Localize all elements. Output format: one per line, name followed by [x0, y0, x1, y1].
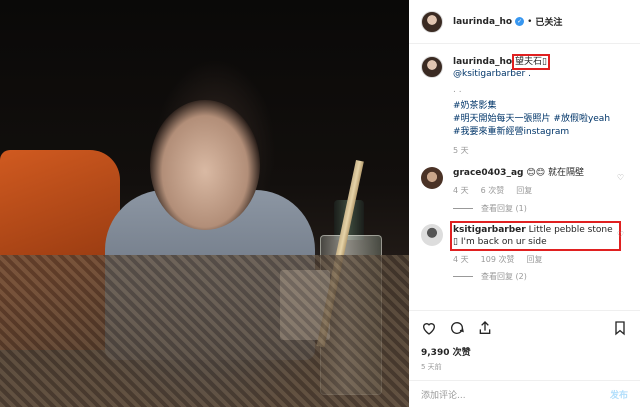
share-icon[interactable]	[477, 320, 493, 336]
heart-icon[interactable]: ♡	[617, 230, 624, 239]
caption-text: 望夫石▯	[511, 54, 550, 70]
post-photo[interactable]	[0, 0, 409, 407]
reply-button[interactable]: 回复	[516, 185, 532, 197]
comment-username[interactable]: ksitigarbarber	[453, 225, 526, 235]
divider	[453, 208, 473, 209]
caption: laurinda_ho 望夫石▯ @ksitigarbarber . . . #…	[421, 54, 628, 157]
caption-username[interactable]: laurinda_ho	[453, 57, 512, 67]
add-comment-bar: 添加评论... 发布	[409, 380, 640, 407]
comment-icon[interactable]	[449, 320, 465, 336]
view-replies[interactable]: 查看回复 (2)	[453, 271, 628, 282]
comment-likes[interactable]: 6 次赞	[481, 185, 505, 197]
smile-emoji-icon: 😊	[526, 168, 536, 178]
comment-row: grace0403_ag 😊😊 就在隔壁 4 天 6 次赞 回复 ♡	[421, 167, 628, 197]
post-button[interactable]: 发布	[610, 388, 628, 401]
person-head	[150, 100, 260, 230]
avatar[interactable]	[421, 56, 443, 78]
following-button[interactable]: 已关注	[535, 15, 562, 28]
comments-list[interactable]: laurinda_ho 望夫石▯ @ksitigarbarber . . . #…	[409, 44, 640, 300]
action-bar: 9,390 次赞 5 天前	[409, 310, 640, 372]
post-time: 5 天前	[421, 363, 442, 371]
comment-input[interactable]: 添加评论...	[421, 388, 610, 401]
comment-text: I'm back on ur side	[460, 237, 547, 247]
caption-age: 5 天	[453, 146, 469, 155]
comment-age: 4 天	[453, 186, 469, 195]
comment-age: 4 天	[453, 255, 469, 264]
hashtag-line[interactable]: #明天開始每天一張照片 #放假啦yeah	[453, 113, 610, 126]
mention-link[interactable]: @ksitigarbarber .	[453, 68, 610, 80]
verified-icon: ✓	[515, 17, 525, 26]
avatar[interactable]	[421, 10, 443, 33]
header-username[interactable]: laurinda_ho	[453, 17, 512, 27]
reply-button[interactable]: 回复	[526, 254, 542, 265]
post-header: laurinda_ho ✓ • 已关注	[409, 0, 640, 44]
heart-icon[interactable]	[421, 320, 437, 336]
caption-dots: . .	[453, 85, 462, 95]
comment-text: Little pebble stone	[528, 225, 613, 235]
hashtag-line[interactable]: #奶茶影集	[453, 100, 610, 113]
avatar[interactable]	[421, 167, 443, 189]
hashtag-line[interactable]: #我要來重新經營instagram	[453, 126, 610, 139]
comment-text: 就在隔壁	[548, 168, 585, 178]
smile-emoji-icon: 😊	[535, 168, 546, 178]
hashtags: #奶茶影集 #明天開始每天一張照片 #放假啦yeah #我要來重新經營insta…	[453, 100, 610, 139]
comment-username[interactable]: grace0403_ag	[453, 168, 523, 178]
divider	[453, 276, 473, 277]
avatar[interactable]	[421, 224, 443, 246]
header-separator: •	[527, 16, 533, 27]
bookmark-icon[interactable]	[612, 320, 628, 336]
comment-row: ksitigarbarber Little pebble stone ▯ I'm…	[421, 221, 628, 251]
like-count[interactable]: 9,390 次赞	[421, 345, 628, 358]
view-replies[interactable]: 查看回复 (1)	[453, 203, 628, 214]
comment-likes[interactable]: 109 次赞	[481, 254, 515, 265]
wicker-table	[0, 255, 409, 407]
post-side-panel: laurinda_ho ✓ • 已关注 laurinda_ho 望夫石▯ @ks…	[409, 0, 640, 407]
heart-icon[interactable]: ♡	[617, 173, 624, 182]
